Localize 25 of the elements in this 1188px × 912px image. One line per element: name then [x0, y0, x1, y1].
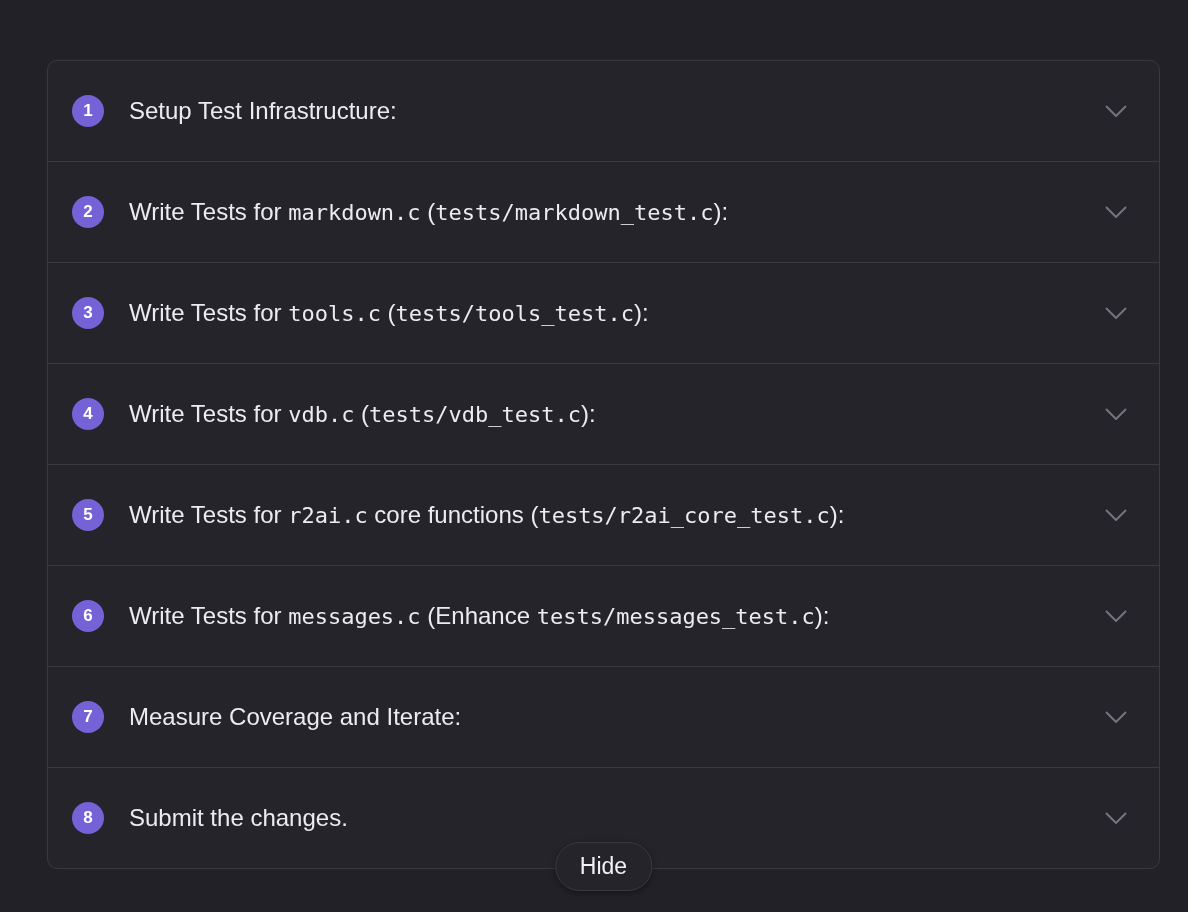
- step-number-badge: 6: [72, 600, 104, 632]
- step-title: Setup Test Infrastructure:: [129, 97, 398, 125]
- chevron-icon[interactable]: [1105, 812, 1127, 824]
- step-title: Submit the changes.: [129, 804, 349, 832]
- chevron-icon[interactable]: [1105, 307, 1127, 319]
- step-number-badge: 3: [72, 297, 104, 329]
- step-title: Write Tests for vdb.c (tests/vdb_test.c):: [129, 400, 597, 428]
- step-number-badge: 5: [72, 499, 104, 531]
- step-title: Write Tests for messages.c (Enhance tests/messages_test.c):: [129, 602, 831, 630]
- chevron-icon[interactable]: [1105, 711, 1127, 723]
- step-number-badge: 4: [72, 398, 104, 430]
- step-number-badge: 7: [72, 701, 104, 733]
- step-number-badge: 1: [72, 95, 104, 127]
- step-title: Write Tests for markdown.c (tests/markdown_test.c):: [129, 198, 730, 226]
- step-title: Write Tests for tools.c (tests/tools_test.c):: [129, 299, 650, 327]
- chevron-icon[interactable]: [1105, 610, 1127, 622]
- step-title: Measure Coverage and Iterate:: [129, 703, 463, 731]
- chevron-icon[interactable]: [1105, 105, 1127, 117]
- step-number-badge: 2: [72, 196, 104, 228]
- chevron-icon[interactable]: [1105, 408, 1127, 420]
- chevron-icon[interactable]: [1105, 206, 1127, 218]
- step-title: Write Tests for r2ai.c core functions (tests/r2ai_core_test.c):: [129, 501, 846, 529]
- hide-button[interactable]: Hide: [554, 842, 653, 891]
- chevron-icon[interactable]: [1105, 509, 1127, 521]
- step-number-badge: 8: [72, 802, 104, 834]
